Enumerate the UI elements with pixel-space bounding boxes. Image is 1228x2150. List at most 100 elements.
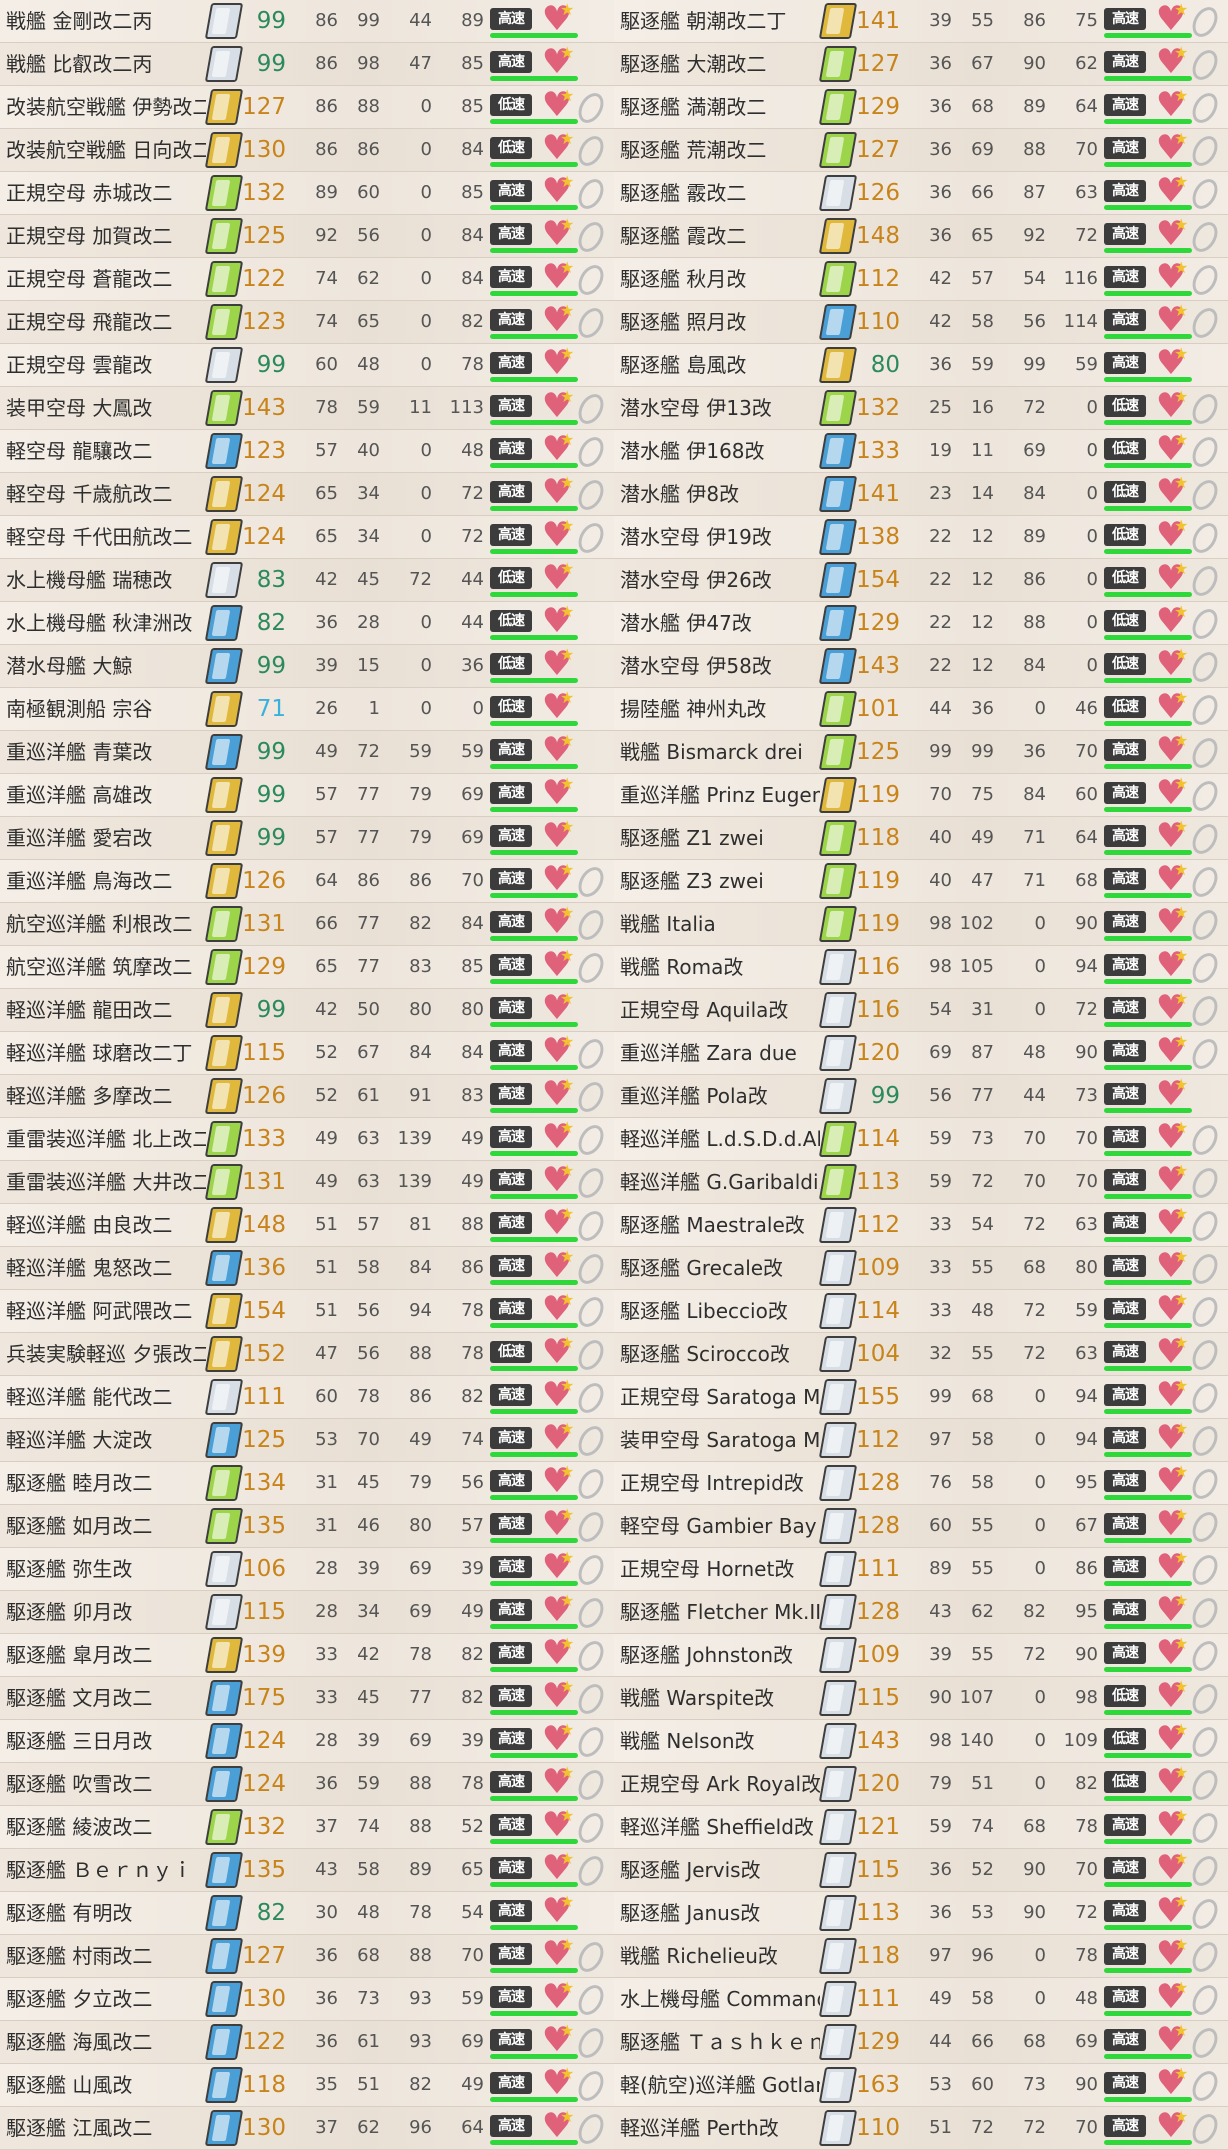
ship-row[interactable]: 航空巡洋艦 利根改二 131 66 77 82 84 高速 ♥ ★ xyxy=(0,903,614,946)
ship-row[interactable]: 正規空母 雲龍改 99 60 48 0 78 高速 ♥ ★ xyxy=(0,344,614,387)
ship-row[interactable]: 駆逐艦 島風改 80 36 59 99 59 高速 ♥ ★ xyxy=(614,344,1228,387)
ship-row[interactable]: 正規空母 赤城改二 132 89 60 0 85 高速 ♥ ★ xyxy=(0,172,614,215)
ship-row[interactable]: 南極観測船 宗谷 71 26 1 0 0 低速 ♥ ★ xyxy=(0,688,614,731)
ship-row[interactable]: 駆逐艦 満潮改二 129 36 68 89 64 高速 ♥ ★ xyxy=(614,86,1228,129)
ship-row[interactable]: 駆逐艦 Janus改 113 36 53 90 72 高速 ♥ ★ xyxy=(614,1892,1228,1935)
ship-row[interactable]: 戦艦 Bismarck drei 125 99 99 36 70 高速 ♥ ★ xyxy=(614,731,1228,774)
ship-row[interactable]: 駆逐艦 Ｔａｓｈｋｅｎｔ12944666869高速♥★ xyxy=(614,2021,1228,2064)
ship-row[interactable]: 駆逐艦 有明改 82 30 48 78 54 高速 ♥ ★ xyxy=(0,1892,614,1935)
ship-row[interactable]: 軽巡洋艦 球磨改二丁 115 52 67 84 84 高速 ♥ ★ xyxy=(0,1032,614,1075)
ship-row[interactable]: 駆逐艦 霰改二 126 36 66 87 63 高速 ♥ ★ xyxy=(614,172,1228,215)
ship-row[interactable]: 駆逐艦 Z3 zwei 119 40 47 71 68 高速 ♥ ★ xyxy=(614,860,1228,903)
ship-row[interactable]: 正規空母 Intrepid改 128 76 58 0 95 高速 ♥ ★ xyxy=(614,1462,1228,1505)
ship-row[interactable]: 潜水艦 伊47改 129 22 12 88 0 低速 ♥ ★ xyxy=(614,602,1228,645)
ship-row[interactable]: 軽巡洋艦 阿武隈改二 154 51 56 94 78 高速 ♥ ★ xyxy=(0,1290,614,1333)
ship-row[interactable]: 水上機母艦 Commanda 111 49 58 0 48 高速 ♥ ★ xyxy=(614,1978,1228,2021)
ship-row[interactable]: 駆逐艦 卯月改 115 28 34 69 49 高速 ♥ ★ xyxy=(0,1591,614,1634)
ship-row[interactable]: 駆逐艦 Z1 zwei 118 40 49 71 64 高速 ♥ ★ xyxy=(614,817,1228,860)
ship-row[interactable]: 駆逐艦 山風改 118 35 51 82 49 高速 ♥ ★ xyxy=(0,2064,614,2107)
ship-row[interactable]: 軽空母 千代田航改二 124 65 34 0 72 高速 ♥ ★ xyxy=(0,516,614,559)
ship-row[interactable]: 軽巡洋艦 鬼怒改二 136 51 58 84 86 高速 ♥ ★ xyxy=(0,1247,614,1290)
ship-row[interactable]: 重巡洋艦 愛宕改 99 57 77 79 69 高速 ♥ ★ xyxy=(0,817,614,860)
ship-row[interactable]: 駆逐艦 照月改 110 42 58 56 114 高速 ♥ ★ xyxy=(614,301,1228,344)
ship-row[interactable]: 重巡洋艦 Zara due 120 69 87 48 90 高速 ♥ ★ xyxy=(614,1032,1228,1075)
ship-row[interactable]: 戦艦 比叡改二丙 99 86 98 47 85 高速 ♥ ★ xyxy=(0,43,614,86)
ship-row[interactable]: 戦艦 Warspite改 115 90 107 0 98 低速 ♥ ★ xyxy=(614,1677,1228,1720)
ship-row[interactable]: 軽巡洋艦 能代改二 111 60 78 86 82 高速 ♥ ★ xyxy=(0,1376,614,1419)
ship-row[interactable]: 駆逐艦 大潮改二 127 36 67 90 62 高速 ♥ ★ xyxy=(614,43,1228,86)
ship-row[interactable]: 潜水空母 伊19改 138 22 12 89 0 低速 ♥ ★ xyxy=(614,516,1228,559)
ship-row[interactable]: 駆逐艦 Johnston改 109 39 55 72 90 高速 ♥ ★ xyxy=(614,1634,1228,1677)
ship-row[interactable]: 潜水母艦 大鯨 99 39 15 0 36 低速 ♥ ★ xyxy=(0,645,614,688)
ship-row[interactable]: 駆逐艦 村雨改二 127 36 68 88 70 高速 ♥ ★ xyxy=(0,1935,614,1978)
ship-row[interactable]: 正規空母 加賀改二 125 92 56 0 84 高速 ♥ ★ xyxy=(0,215,614,258)
ship-row[interactable]: 駆逐艦 三日月改 124 28 39 69 39 高速 ♥ ★ xyxy=(0,1720,614,1763)
ship-row[interactable]: 戦艦 Italia 119 98 102 0 90 高速 ♥ ★ xyxy=(614,903,1228,946)
ship-row[interactable]: 重雷装巡洋艦 北上改二 133 49 63 139 49 高速 ♥ ★ xyxy=(0,1118,614,1161)
ship-row[interactable]: 駆逐艦 皐月改二 139 33 42 78 82 高速 ♥ ★ xyxy=(0,1634,614,1677)
ship-row[interactable]: 航空巡洋艦 筑摩改二 129 65 77 83 85 高速 ♥ ★ xyxy=(0,946,614,989)
ship-row[interactable]: 駆逐艦 海風改二 122 36 61 93 69 高速 ♥ ★ xyxy=(0,2021,614,2064)
ship-row[interactable]: 重巡洋艦 Prinz Eugen改11970758460高速♥★ xyxy=(614,774,1228,817)
ship-row[interactable]: 軽巡洋艦 龍田改二 99 42 50 80 80 高速 ♥ ★ xyxy=(0,989,614,1032)
ship-row[interactable]: 潜水空母 伊26改 154 22 12 86 0 低速 ♥ ★ xyxy=(614,559,1228,602)
ship-row[interactable]: 重巡洋艦 Pola改 99 56 77 44 73 高速 ♥ ★ xyxy=(614,1075,1228,1118)
ship-row[interactable]: 駆逐艦 朝潮改二丁 141 39 55 86 75 高速 ♥ ★ xyxy=(614,0,1228,43)
ship-row[interactable]: 駆逐艦 綾波改二 132 37 74 88 52 高速 ♥ ★ xyxy=(0,1806,614,1849)
ship-row[interactable]: 駆逐艦 Grecale改 109 33 55 68 80 高速 ♥ ★ xyxy=(614,1247,1228,1290)
ship-row[interactable]: 重雷装巡洋艦 大井改二 131 49 63 139 49 高速 ♥ ★ xyxy=(0,1161,614,1204)
ship-row[interactable]: 正規空母 Hornet改 111 89 55 0 86 高速 ♥ ★ xyxy=(614,1548,1228,1591)
ship-row[interactable]: 戦艦 Roma改 116 98 105 0 94 高速 ♥ ★ xyxy=(614,946,1228,989)
ship-row[interactable]: 潜水艦 伊8改 141 23 14 84 0 低速 ♥ ★ xyxy=(614,473,1228,516)
ship-row[interactable]: 駆逐艦 睦月改二 134 31 45 79 56 高速 ♥ ★ xyxy=(0,1462,614,1505)
ship-row[interactable]: 正規空母 Saratoga Mk 155 99 68 0 94 高速 ♥ ★ xyxy=(614,1376,1228,1419)
ship-row[interactable]: 駆逐艦 Ｂｅｒｎｙｉ 135 43 58 89 65 高速 ♥ ★ xyxy=(0,1849,614,1892)
ship-row[interactable]: 軽巡洋艦 由良改二 148 51 57 81 88 高速 ♥ ★ xyxy=(0,1204,614,1247)
ship-row[interactable]: 軽巡洋艦 G.Garibaldi改 113 59 72 70 70 高速 ♥ ★ xyxy=(614,1161,1228,1204)
ship-row[interactable]: 駆逐艦 Jervis改 115 36 52 90 70 高速 ♥ ★ xyxy=(614,1849,1228,1892)
ship-row[interactable]: 兵装実験軽巡 夕張改二特15247568878低速♥★ xyxy=(0,1333,614,1376)
ship-row[interactable]: 改装航空戦艦 伊勢改二 127 86 88 0 85 低速 ♥ ★ xyxy=(0,86,614,129)
ship-row[interactable]: 駆逐艦 弥生改 106 28 39 69 39 高速 ♥ ★ xyxy=(0,1548,614,1591)
ship-row[interactable]: 駆逐艦 文月改二 175 33 45 77 82 高速 ♥ ★ xyxy=(0,1677,614,1720)
ship-row[interactable]: 駆逐艦 如月改二 135 31 46 80 57 高速 ♥ ★ xyxy=(0,1505,614,1548)
ship-row[interactable]: 装甲空母 大鳳改 143 78 59 11 113 高速 ♥ ★ xyxy=(0,387,614,430)
ship-row[interactable]: 正規空母 Aquila改 116 54 31 0 72 高速 ♥ ★ xyxy=(614,989,1228,1032)
ship-row[interactable]: 正規空母 飛龍改二 123 74 65 0 82 高速 ♥ ★ xyxy=(0,301,614,344)
ship-row[interactable]: 装甲空母 Saratoga Mk 112 97 58 0 94 高速 ♥ ★ xyxy=(614,1419,1228,1462)
ship-row[interactable]: 水上機母艦 秋津洲改 82 36 28 0 44 低速 ♥ ★ xyxy=(0,602,614,645)
ship-row[interactable]: 正規空母 Ark Royal改 120 79 51 0 82 低速 ♥ ★ xyxy=(614,1763,1228,1806)
ship-row[interactable]: 軽空母 龍驤改二 123 57 40 0 48 高速 ♥ ★ xyxy=(0,430,614,473)
ship-row[interactable]: 揚陸艦 神州丸改 101 44 36 0 46 低速 ♥ ★ xyxy=(614,688,1228,731)
ship-row[interactable]: 重巡洋艦 高雄改 99 57 77 79 69 高速 ♥ ★ xyxy=(0,774,614,817)
ship-row[interactable]: 駆逐艦 Maestrale改 112 33 54 72 63 高速 ♥ ★ xyxy=(614,1204,1228,1247)
ship-row[interactable]: 軽巡洋艦 Sheffield改 121 59 74 68 78 高速 ♥ ★ xyxy=(614,1806,1228,1849)
ship-row[interactable]: 潜水空母 伊13改 132 25 16 72 0 低速 ♥ ★ xyxy=(614,387,1228,430)
ship-row[interactable]: 重巡洋艦 青葉改 99 49 72 59 59 高速 ♥ ★ xyxy=(0,731,614,774)
ship-row[interactable]: 戦艦 Richelieu改 118 97 96 0 78 高速 ♥ ★ xyxy=(614,1935,1228,1978)
ship-row[interactable]: 駆逐艦 江風改二 130 37 62 96 64 高速 ♥ ★ xyxy=(0,2107,614,2150)
ship-row[interactable]: 駆逐艦 夕立改二 130 36 73 93 59 高速 ♥ ★ xyxy=(0,1978,614,2021)
ship-row[interactable]: 軽(航空)巡洋艦 Gotland 163 53 60 73 90 高速 ♥ ★ xyxy=(614,2064,1228,2107)
ship-row[interactable]: 駆逐艦 秋月改 112 42 57 54 116 高速 ♥ ★ xyxy=(614,258,1228,301)
ship-row[interactable]: 潜水空母 伊58改 143 22 12 84 0 低速 ♥ ★ xyxy=(614,645,1228,688)
ship-row[interactable]: 水上機母艦 瑞穂改 83 42 45 72 44 低速 ♥ ★ xyxy=(0,559,614,602)
ship-row[interactable]: 改装航空戦艦 日向改二 130 86 86 0 84 低速 ♥ ★ xyxy=(0,129,614,172)
ship-row[interactable]: 駆逐艦 霞改二 148 36 65 92 72 高速 ♥ ★ xyxy=(614,215,1228,258)
ship-row[interactable]: 軽巡洋艦 多摩改二 126 52 61 91 83 高速 ♥ ★ xyxy=(0,1075,614,1118)
ship-row[interactable]: 軽巡洋艦 Perth改 110 51 72 72 70 高速 ♥ ★ xyxy=(614,2107,1228,2150)
ship-row[interactable]: 駆逐艦 Scirocco改 104 32 55 72 63 高速 ♥ ★ xyxy=(614,1333,1228,1376)
ship-row[interactable]: 潜水艦 伊168改 133 19 11 69 0 低速 ♥ ★ xyxy=(614,430,1228,473)
ship-row[interactable]: 駆逐艦 Libeccio改 114 33 48 72 59 高速 ♥ ★ xyxy=(614,1290,1228,1333)
ship-row[interactable]: 駆逐艦 吹雪改二 124 36 59 88 78 高速 ♥ ★ xyxy=(0,1763,614,1806)
ship-row[interactable]: 軽巡洋艦 L.d.S.D.d.Abr 114 59 73 70 70 高速 ♥ ★ xyxy=(614,1118,1228,1161)
ship-row[interactable]: 軽空母 Gambier Bay M 128 60 55 0 67 高速 ♥ ★ xyxy=(614,1505,1228,1548)
ship-row[interactable]: 駆逐艦 荒潮改二 127 36 69 88 70 高速 ♥ ★ xyxy=(614,129,1228,172)
ship-row[interactable]: 戦艦 Nelson改 143 98 140 0 109 低速 ♥ ★ xyxy=(614,1720,1228,1763)
ship-row[interactable]: 重巡洋艦 鳥海改二 126 64 86 86 70 高速 ♥ ★ xyxy=(0,860,614,903)
ship-row[interactable]: 正規空母 蒼龍改二 122 74 62 0 84 高速 ♥ ★ xyxy=(0,258,614,301)
ship-row[interactable]: 軽巡洋艦 大淀改 125 53 70 49 74 高速 ♥ ★ xyxy=(0,1419,614,1462)
ship-row[interactable]: 戦艦 金剛改二丙 99 86 99 44 89 高速 ♥ ★ xyxy=(0,0,614,43)
ship-row[interactable]: 軽空母 千歳航改二 124 65 34 0 72 高速 ♥ ★ xyxy=(0,473,614,516)
ship-row[interactable]: 駆逐艦 Fletcher Mk.II 128 43 62 82 95 高速 ♥ ★ xyxy=(614,1591,1228,1634)
